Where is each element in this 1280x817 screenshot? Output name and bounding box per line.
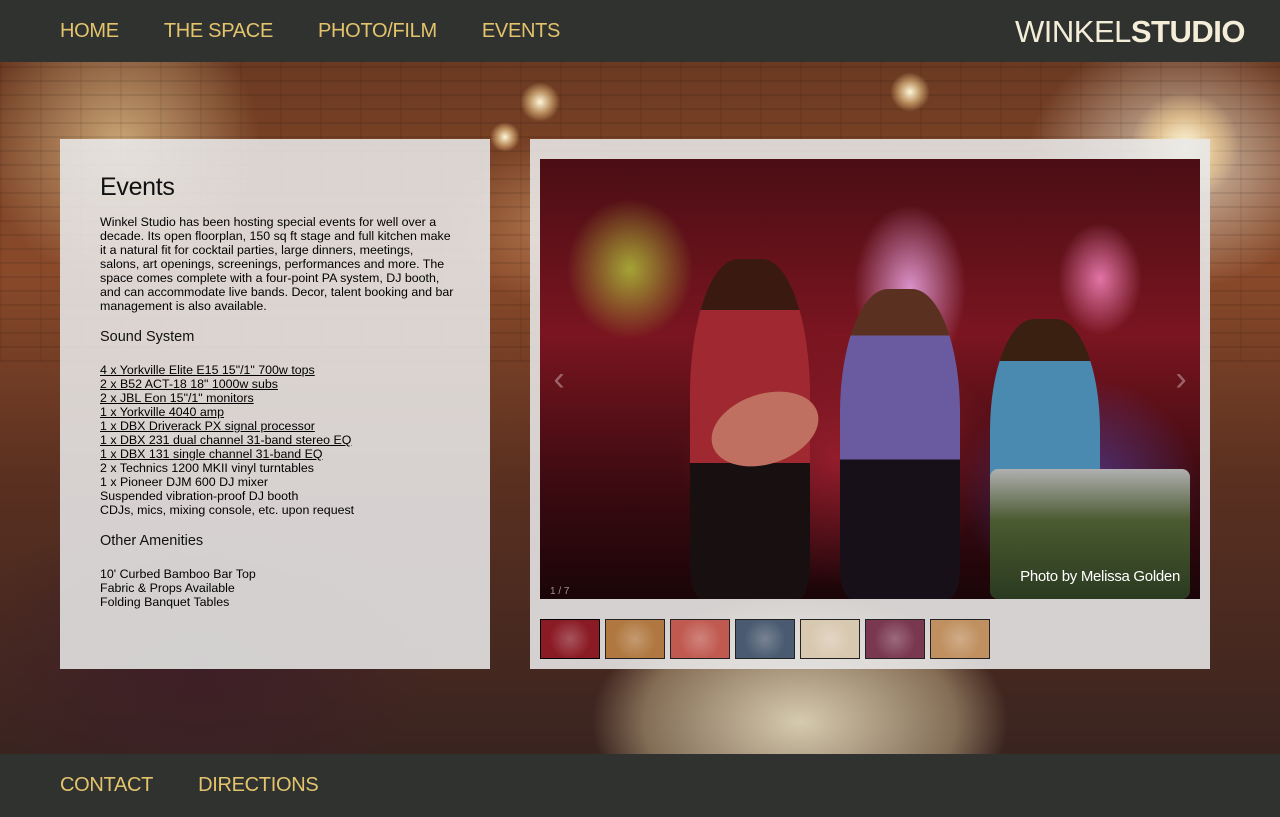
list-item: 1 x DBX 131 single channel 31-band EQ [100,447,354,461]
nav-photo-film[interactable]: PHOTO/FILM [318,20,437,43]
amenities-heading: Other Amenities [100,533,204,549]
list-item: 2 x JBL Eon 15"/1" monitors [100,391,354,405]
equipment-link[interactable]: 2 x B52 ACT-18 18" 1000w subs [100,377,278,391]
equipment-link[interactable]: 1 x Yorkville 4040 amp [100,405,224,419]
equipment-link[interactable]: 2 x JBL Eon 15"/1" monitors [100,391,254,405]
list-item: 1 x Yorkville 4040 amp [100,405,354,419]
photo-counter: 1 / 7 [550,586,570,597]
gallery-thumbnail[interactable] [540,619,600,659]
events-intro: Winkel Studio has been hosting special e… [100,215,454,313]
list-item: 10' Curbed Bamboo Bar Top [100,567,256,581]
equipment-link[interactable]: 1 x DBX 231 dual channel 31-band stereo … [100,433,351,447]
gallery-thumbnail[interactable] [735,619,795,659]
gallery-main-photo[interactable]: ‹ › Photo by Melissa Golden 1 / 7 [540,159,1200,599]
photo-gallery: ‹ › Photo by Melissa Golden 1 / 7 [530,139,1210,669]
logo-winkel: WINKEL [1015,14,1131,49]
sound-system-heading: Sound System [100,329,195,345]
list-item: 4 x Yorkville Elite E15 15"/1" 700w tops [100,363,354,377]
chevron-left-icon[interactable]: ‹ [544,359,574,399]
gallery-thumbnail[interactable] [930,619,990,659]
equipment-link[interactable]: 1 x DBX 131 single channel 31-band EQ [100,447,323,461]
events-info-panel: Events Winkel Studio has been hosting sp… [60,139,490,669]
chevron-right-icon[interactable]: › [1166,359,1196,399]
equipment-link[interactable]: 1 x DBX Driverack PX signal processor [100,419,315,433]
gallery-thumbnail[interactable] [800,619,860,659]
list-item: Fabric & Props Available [100,581,235,595]
list-item: 1 x DBX Driverack PX signal processor [100,419,354,433]
list-item: 1 x DBX 231 dual channel 31-band stereo … [100,433,354,447]
equipment-link[interactable]: 4 x Yorkville Elite E15 15"/1" 700w tops [100,363,315,377]
page-title: Events [100,173,175,201]
main-nav: HOME THE SPACE PHOTO/FILM EVENTS [60,0,560,62]
nav-events[interactable]: EVENTS [482,20,561,43]
footer-contact[interactable]: CONTACT [60,774,153,797]
list-item: Folding Banquet Tables [100,595,230,609]
logo-studio: STUDIO [1130,14,1246,49]
footer-directions[interactable]: DIRECTIONS [198,774,319,797]
list-item: 2 x B52 ACT-18 18" 1000w subs [100,377,354,391]
footer-nav: CONTACT DIRECTIONS [0,754,1280,817]
gallery-thumbnail[interactable] [670,619,730,659]
top-nav-bar: HOME THE SPACE PHOTO/FILM EVENTS WINKEL S… [0,0,1280,62]
list-item: 2 x Technics 1200 MKII vinyl turntables [100,461,314,475]
gallery-thumbnail[interactable] [865,619,925,659]
nav-home[interactable]: HOME [60,20,119,43]
sound-system-list: 4 x Yorkville Elite E15 15"/1" 700w tops… [100,363,354,517]
list-item: Suspended vibration-proof DJ booth [100,489,299,503]
photo-credit: Photo by Melissa Golden [1020,568,1180,585]
thumbnail-strip [540,619,990,659]
nav-the-space[interactable]: THE SPACE [164,20,273,43]
site-logo[interactable]: WINKEL STUDIO [1015,14,1246,49]
list-item: 1 x Pioneer DJM 600 DJ mixer [100,475,269,489]
list-item: CDJs, mics, mixing console, etc. upon re… [100,503,355,517]
amenities-list: 10' Curbed Bamboo Bar Top Fabric & Props… [100,567,256,609]
gallery-thumbnail[interactable] [605,619,665,659]
